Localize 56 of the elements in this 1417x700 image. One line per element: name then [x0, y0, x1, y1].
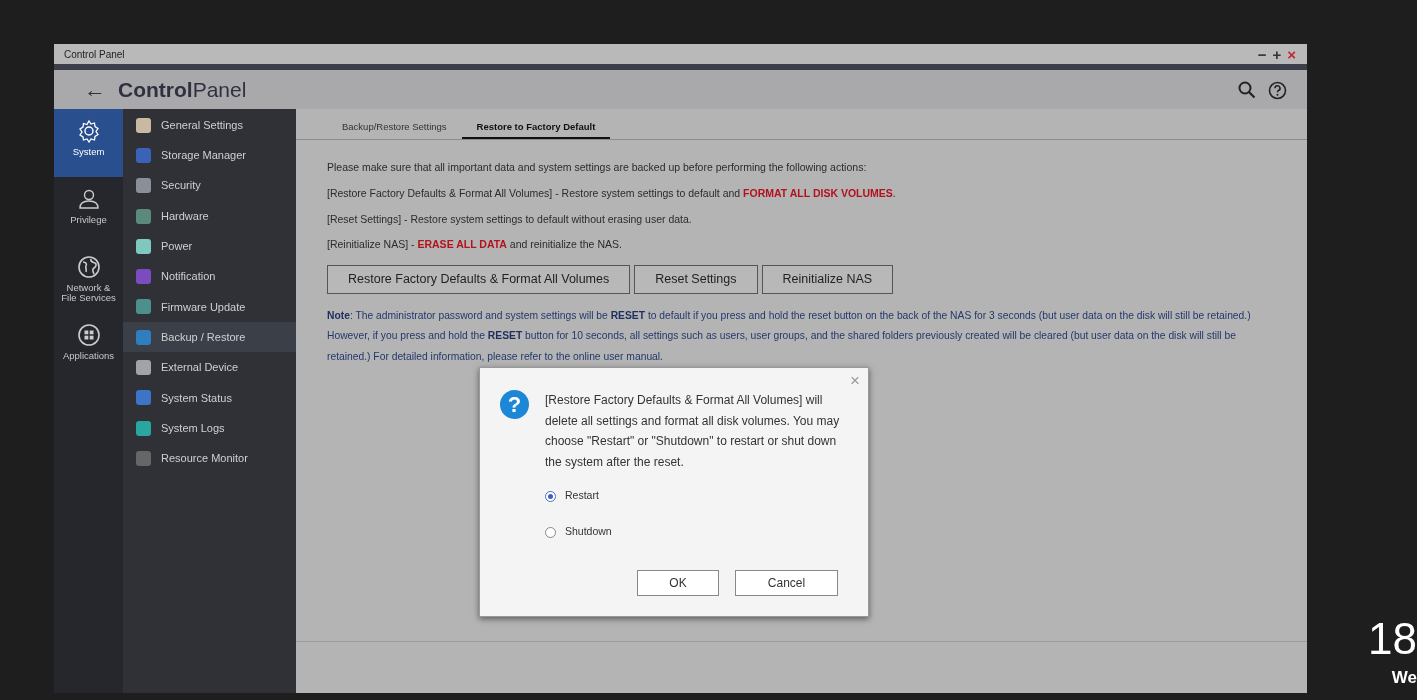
app-tile-icon [135, 298, 152, 316]
question-icon: ? [500, 390, 529, 419]
menu-item[interactable]: General Settings [123, 110, 296, 141]
info-text: [Restore Factory Defaults & Format All Volumes] - Restore system settings to default and FORMAT ALL DISK VOLUMES. [327, 185, 897, 201]
app-tile-icon [135, 207, 152, 225]
dialog-button[interactable]: OK [637, 569, 719, 596]
dialog-button[interactable]: Cancel [735, 569, 838, 596]
app-tile-icon [135, 328, 152, 346]
radio-option[interactable]: Shutdown [545, 524, 845, 540]
app-tile-icon [135, 177, 152, 195]
person-icon [76, 187, 101, 211]
radio-option[interactable]: Restart [545, 488, 845, 505]
info-text: Please make sure that all important data and system settings are backed up before performing the following actions: [327, 160, 868, 175]
menu-item[interactable]: Notification [123, 261, 296, 292]
radio-button[interactable] [545, 490, 556, 502]
menu-item[interactable]: External Device [123, 352, 296, 383]
menu-item[interactable]: Storage Manager [123, 140, 296, 171]
app-title: ControlPanel [118, 76, 247, 103]
app-tile-icon [135, 116, 152, 134]
app-tile-icon [135, 237, 152, 255]
app-tile-icon [135, 419, 152, 437]
menu-item[interactable]: Security [123, 170, 296, 201]
globe-icon [76, 255, 101, 279]
tab[interactable]: Backup/Restore Settings [327, 119, 462, 139]
info-text: [Reset Settings] - Restore system settings to default without erasing user data. [327, 211, 693, 227]
category-item[interactable]: System [54, 109, 123, 177]
app-tile-icon [135, 389, 152, 407]
menu-item[interactable]: Resource Monitor [123, 443, 296, 474]
dialog-message: [Restore Factory Defaults & Format All Volumes] will delete all settings and format all disk volumes. You may choose "Restart" or "Shutdown" to restart or shut down the system after the reset. [545, 392, 841, 471]
menu-item[interactable]: System Logs [123, 412, 296, 444]
grid-icon [76, 323, 101, 347]
menu-item[interactable]: Backup / Restore [123, 322, 296, 353]
radio-button[interactable] [545, 526, 556, 538]
menu-item[interactable]: Hardware [123, 200, 296, 232]
category-item[interactable]: Applications [54, 313, 123, 381]
window-title: Control Panel [64, 47, 125, 62]
maximize-button[interactable]: + [1269, 46, 1285, 62]
category-item[interactable]: Network & File Services [54, 245, 123, 313]
note-text: Note: The administrator password and system settings will be RESET to default if you press and hold the reset button on the back of the NAS for 3 seconds (but user data on the disk will still be retained.) However, if you press and hold the RESET button for 10 seconds, all settings such as users, user groups, and the shared folders previously created will be cleared (but user data on the disk will still be retained.) For detailed information, please refer to the online user manual. [327, 308, 1252, 364]
app-tile-icon [135, 268, 152, 286]
menu-item[interactable]: Power [123, 231, 296, 262]
tab[interactable]: Restore to Factory Default [461, 119, 611, 139]
app-tile-icon [135, 359, 152, 376]
app-tile-icon [135, 449, 152, 467]
back-button[interactable]: ← [84, 78, 106, 101]
action-button[interactable]: Restore Factory Defaults & Format All Volumes [327, 265, 631, 294]
action-button[interactable]: Reset Settings [634, 265, 758, 294]
category-item[interactable]: Privilege [54, 177, 123, 245]
clock-date: We [1390, 669, 1417, 686]
action-button[interactable]: Reinitialize NAS [761, 265, 894, 294]
info-text: [Reinitialize NAS] - ERASE ALL DATA and reinitialize the NAS. [327, 237, 623, 253]
minimize-button[interactable]: − [1254, 46, 1270, 62]
menu-item[interactable]: Firmware Update [123, 291, 296, 323]
clock-time: 18 [1368, 617, 1417, 661]
menu-item[interactable]: System Status [123, 382, 296, 413]
app-tile-icon [135, 146, 152, 164]
